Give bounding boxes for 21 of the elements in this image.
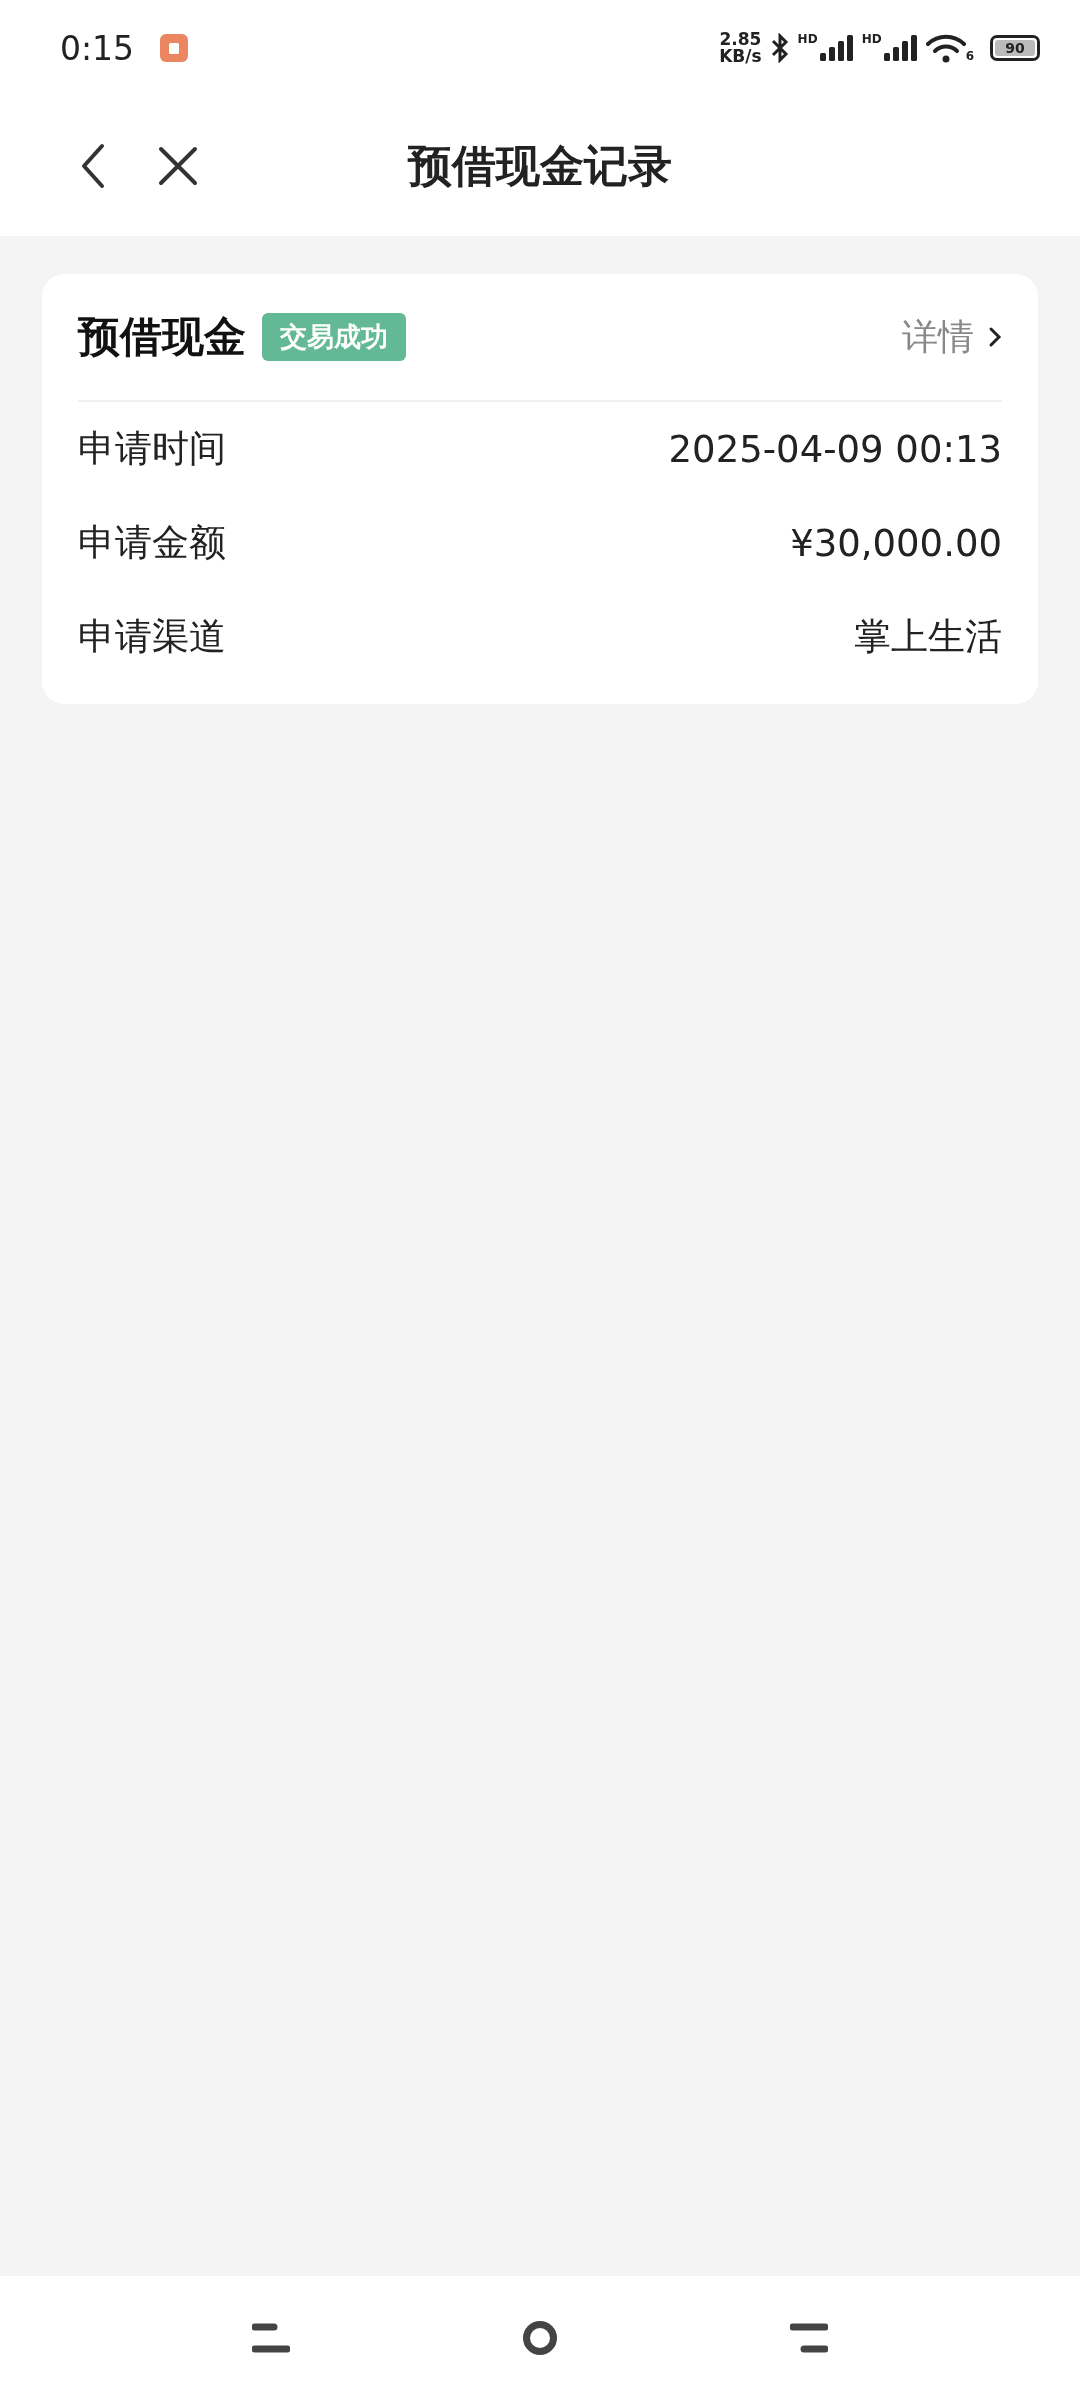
field-value: ¥30,000.00	[790, 521, 1002, 565]
battery-icon: 90	[990, 35, 1040, 61]
network-speed: 2.85 KB/s	[719, 31, 762, 65]
page-title: 预借现金记录	[408, 138, 672, 193]
field-label: 申请渠道	[78, 614, 226, 660]
status-time: 0:15	[60, 28, 135, 68]
field-value: 掌上生活	[854, 614, 1002, 660]
bluetooth-icon	[769, 33, 790, 63]
app-notification-icon	[160, 34, 189, 62]
menu-icon[interactable]	[252, 2323, 290, 2353]
back-icon[interactable]	[80, 143, 106, 189]
record-title: 预借现金	[78, 311, 246, 363]
field-label: 申请金额	[78, 520, 226, 566]
chevron-icon	[988, 326, 1002, 348]
field-value: 2025-04-09 00:13	[668, 427, 1002, 471]
status-tag: 交易成功	[262, 313, 406, 361]
field-label: 申请时间	[78, 426, 226, 472]
close-icon[interactable]	[158, 146, 198, 186]
detail-link[interactable]: 详情	[902, 312, 1002, 362]
home-icon[interactable]	[522, 2320, 558, 2356]
back-gesture-icon[interactable]	[790, 2323, 828, 2353]
